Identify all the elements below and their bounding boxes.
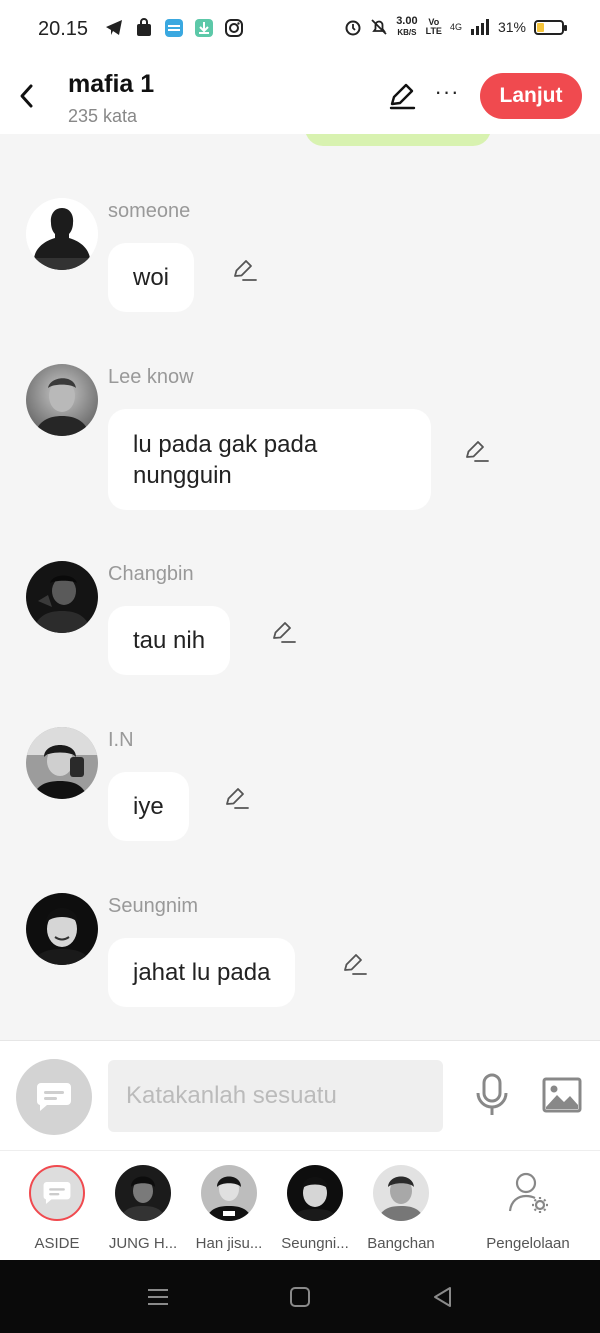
mute-bell-icon <box>371 19 387 35</box>
back-arrow-icon[interactable] <box>14 80 40 112</box>
avatar <box>373 1165 429 1221</box>
aside-avatar <box>29 1165 85 1221</box>
speech-bubble-icon <box>36 1083 71 1111</box>
network-type: 4G <box>449 22 462 32</box>
message-bubble[interactable]: woi <box>108 243 195 312</box>
battery-icon <box>534 19 567 35</box>
message-bubble[interactable]: tau nih <box>108 606 231 675</box>
sender-name: I.N <box>108 729 134 751</box>
notification-icons <box>104 18 244 38</box>
edit-message-icon[interactable] <box>341 951 367 977</box>
status-bar: 20.15 3.00 KB/S Vo LTE 4G 31% <box>0 0 600 58</box>
signal-icon <box>470 19 489 35</box>
manage-characters-icon <box>500 1165 556 1221</box>
shop-bag-icon <box>137 18 151 36</box>
edit-message-icon[interactable] <box>463 438 489 464</box>
character-label: Seungni... <box>281 1235 349 1252</box>
battery-percent: 31% <box>497 19 526 35</box>
alarm-icon <box>345 20 361 36</box>
app-header: mafia 1 235 kata ··· Lanjut <box>0 58 600 134</box>
edit-message-icon[interactable] <box>223 785 249 811</box>
message-bubble[interactable]: iye <box>108 772 189 841</box>
system-status: 3.00 KB/S Vo LTE 4G 31% <box>344 15 567 38</box>
download-icon <box>195 19 213 37</box>
continue-button[interactable]: Lanjut <box>480 73 582 119</box>
composer-bar <box>0 1040 600 1150</box>
word-count: 235 kata <box>68 106 138 126</box>
avatar <box>287 1165 343 1221</box>
page-title: mafia 1 <box>68 70 155 98</box>
network-speed: 3.00 KB/S <box>396 15 418 38</box>
sender-name: Seungnim <box>108 895 199 917</box>
system-nav-bar <box>0 1260 600 1333</box>
previous-message-bubble <box>305 134 491 146</box>
edit-message-icon[interactable] <box>270 619 296 645</box>
sender-name: someone <box>108 200 191 222</box>
avatar[interactable] <box>26 727 98 799</box>
aside-toggle-button[interactable] <box>16 1059 92 1135</box>
telegram-icon <box>106 20 122 35</box>
character-label: Pengelolaan <box>486 1235 570 1252</box>
microphone-icon[interactable] <box>474 1073 510 1117</box>
more-options-icon[interactable]: ··· <box>434 81 460 108</box>
character-management[interactable]: Pengelolaan <box>482 1165 574 1252</box>
character-item[interactable]: Han jisu... <box>186 1165 272 1252</box>
volte-icon: Vo LTE <box>425 17 442 36</box>
sender-name: Lee know <box>108 366 194 388</box>
character-label: JUNG H... <box>108 1235 178 1252</box>
avatar[interactable] <box>26 198 98 270</box>
avatar[interactable] <box>26 561 98 633</box>
message-bubble[interactable]: lu pada gak pada nungguin <box>108 409 431 510</box>
novel-app-icon <box>165 19 183 37</box>
sender-name: Changbin <box>108 563 194 585</box>
home-icon[interactable] <box>287 1284 313 1310</box>
message-input[interactable] <box>108 1060 443 1132</box>
instagram-icon <box>225 19 243 37</box>
message-bubble[interactable]: jahat lu pada <box>108 938 296 1007</box>
edit-message-icon[interactable] <box>231 257 257 283</box>
character-item[interactable]: Seungni... <box>272 1165 358 1252</box>
character-item[interactable]: JUNG H... <box>100 1165 186 1252</box>
menu-icon[interactable] <box>145 1284 171 1310</box>
avatar <box>201 1165 257 1221</box>
character-label: ASIDE <box>34 1235 80 1252</box>
chat-area[interactable]: someone woi Lee know lu pada gak pada nu… <box>0 134 600 1040</box>
character-label: Bangchan <box>367 1235 435 1252</box>
avatar <box>115 1165 171 1221</box>
character-label: Han jisu... <box>195 1235 263 1252</box>
avatar[interactable] <box>26 364 98 436</box>
character-item[interactable]: Bangchan <box>358 1165 444 1252</box>
character-aside[interactable]: ASIDE <box>14 1165 100 1252</box>
status-time: 20.15 <box>38 18 89 40</box>
speech-bubble-icon <box>43 1181 71 1205</box>
edit-pencil-icon[interactable] <box>388 82 416 110</box>
avatar[interactable] <box>26 893 98 965</box>
character-selector: ASIDE JUNG H... Han jisu... Seungni... B… <box>0 1150 600 1260</box>
back-triangle-icon[interactable] <box>430 1284 456 1310</box>
image-icon[interactable] <box>542 1077 582 1113</box>
